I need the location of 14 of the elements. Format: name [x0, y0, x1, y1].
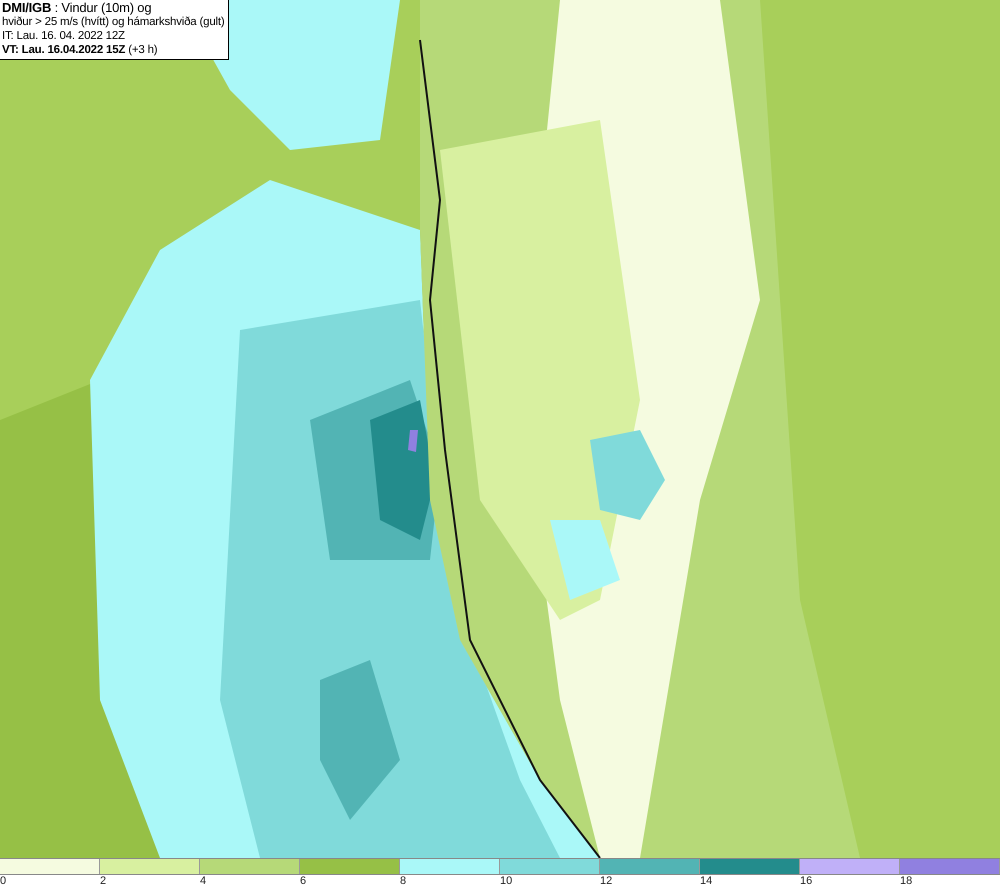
header-text: DMI/IGB : Vindur (10m) og — [2, 1, 152, 15]
scale-label: 12 — [600, 875, 612, 887]
header-text: VT: Lau. 16.04.2022 15Z (+3 h) — [2, 43, 158, 57]
scale-label: 6 — [300, 875, 306, 887]
scale-label: 0 — [0, 875, 6, 887]
scale-label: 4 — [200, 875, 206, 887]
scale-label: 18 — [900, 875, 912, 887]
header-text: hviður > 25 m/s (hvítt) og hámarkshviða (gult) — [2, 15, 224, 29]
scale-label: 8 — [400, 875, 406, 887]
scale-label: 14 — [700, 875, 712, 887]
header-text: IT: Lau. 16. 04. 2022 12Z — [2, 29, 126, 43]
scale-label: 10 — [500, 875, 512, 887]
scale-label: 16 — [800, 875, 812, 887]
scale-label: 2 — [100, 875, 106, 887]
